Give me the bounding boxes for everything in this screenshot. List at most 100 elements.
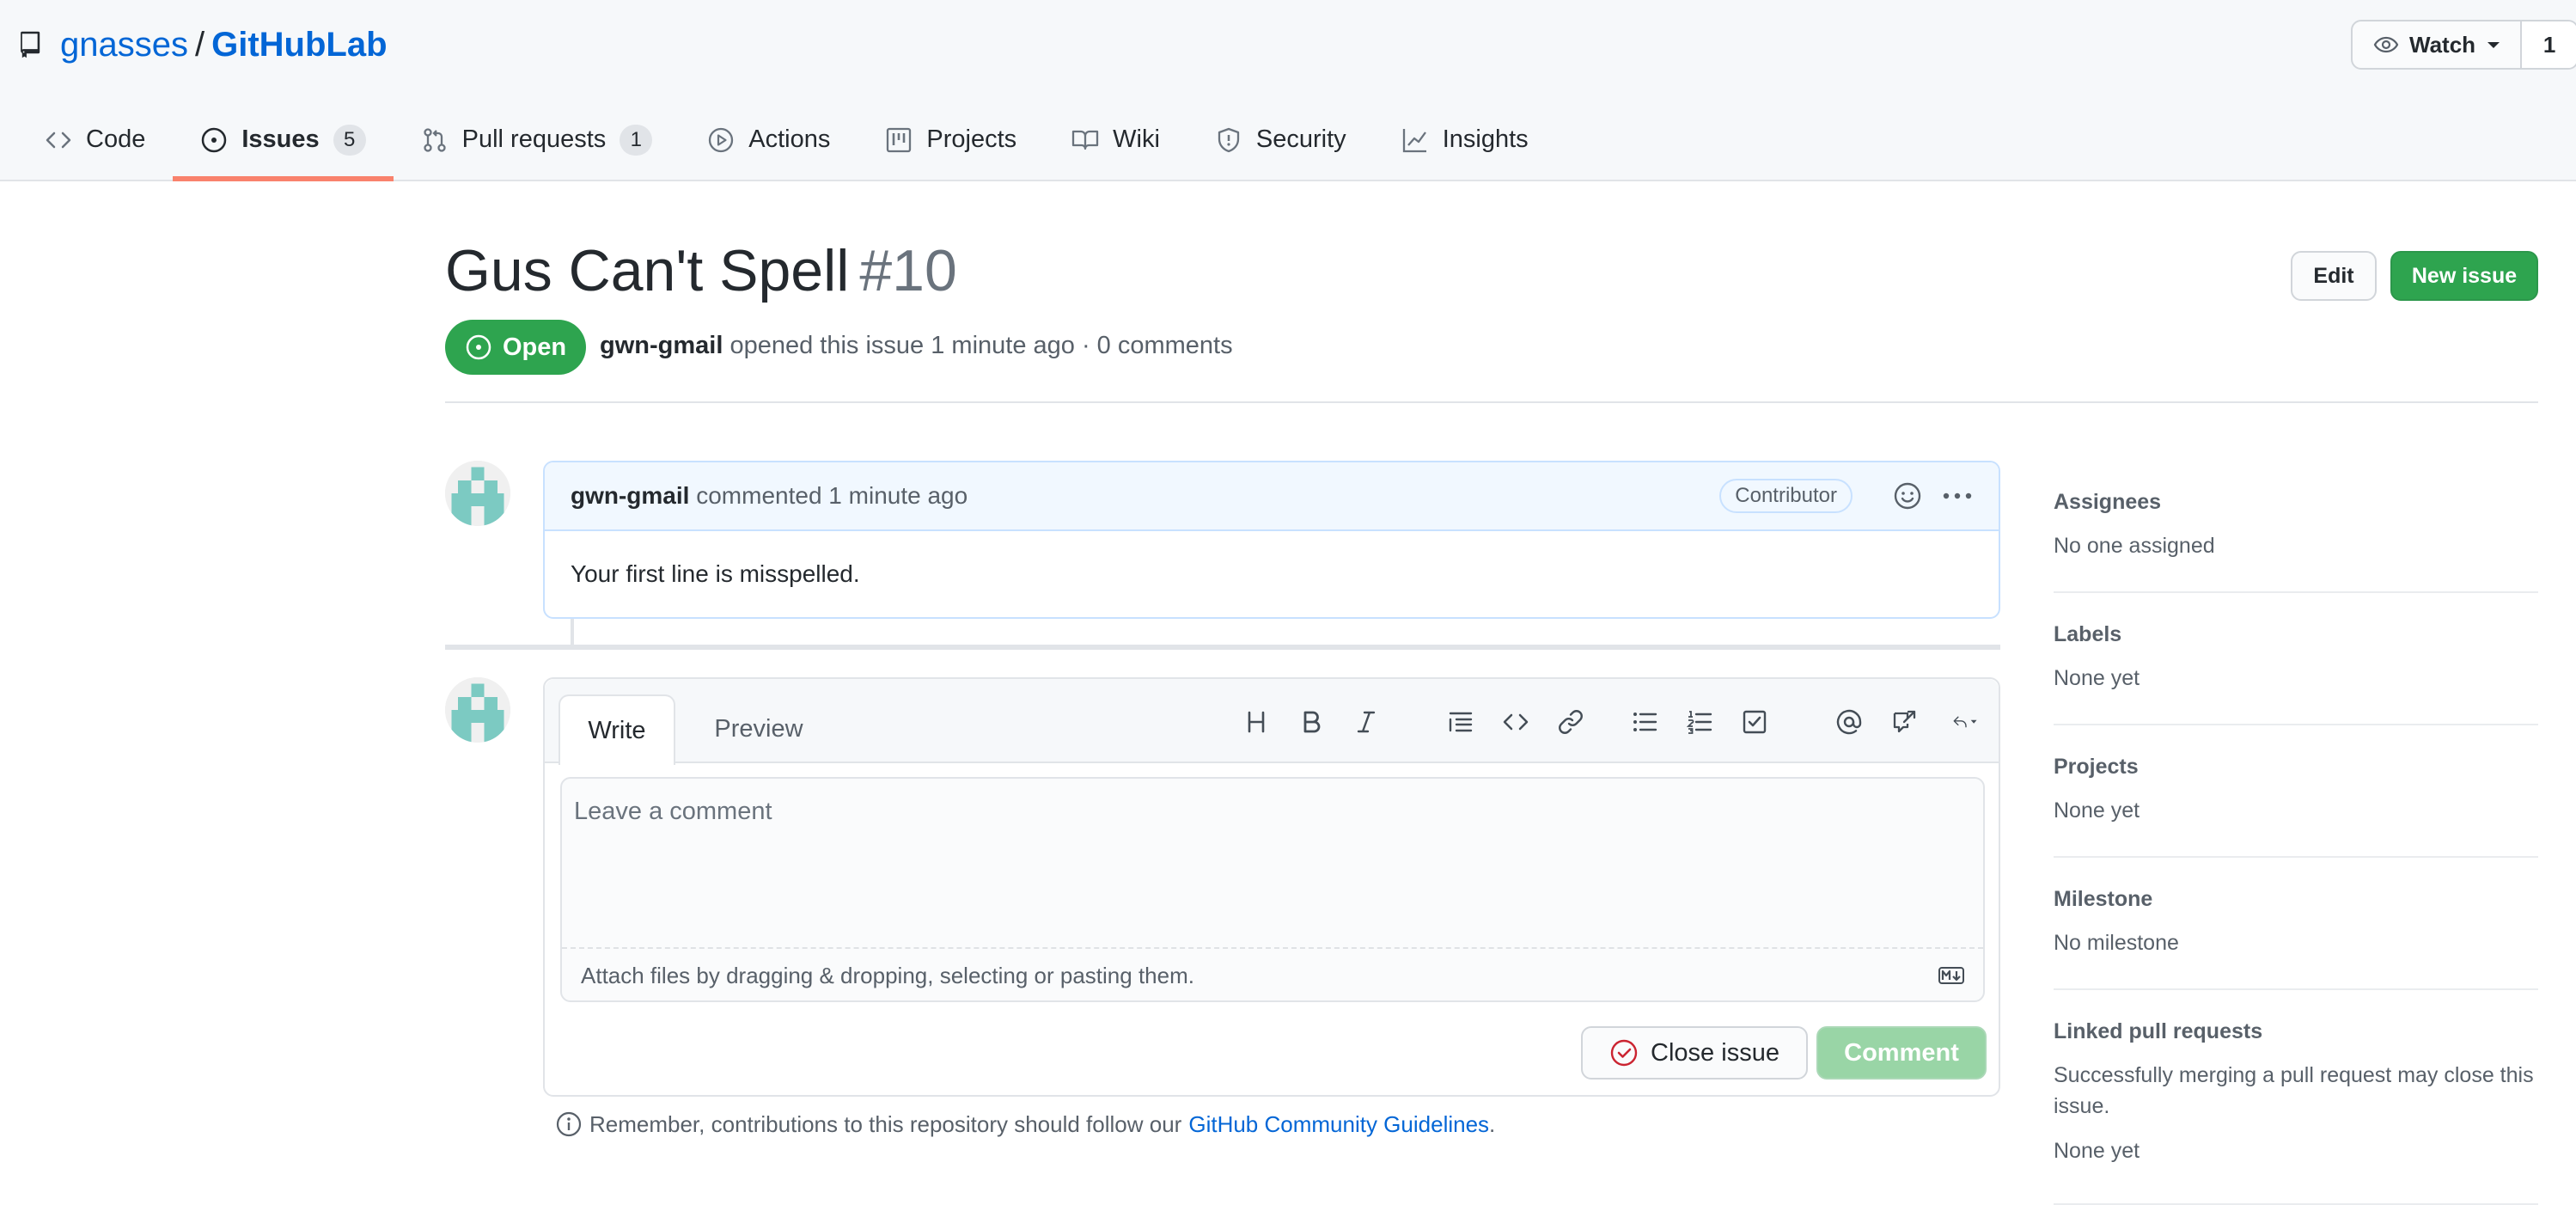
graph-icon bbox=[1402, 128, 1426, 152]
kebab-horizontal-icon bbox=[1943, 492, 1972, 499]
sidebar-labels[interactable]: Labels None yet bbox=[2054, 593, 2538, 725]
reply-icon bbox=[1953, 716, 1977, 728]
watch-label: Watch bbox=[2409, 31, 2476, 58]
close-issue-button[interactable]: Close issue bbox=[1581, 1026, 1808, 1080]
tab-label: Wiki bbox=[1113, 125, 1160, 153]
mention-button[interactable] bbox=[1822, 696, 1877, 748]
tab-label: Insights bbox=[1442, 125, 1529, 153]
tab-write[interactable]: Write bbox=[559, 694, 675, 765]
watch-button[interactable]: Watch bbox=[2353, 21, 2523, 68]
tab-preview[interactable]: Preview bbox=[682, 694, 835, 763]
link-icon bbox=[1559, 710, 1583, 734]
repo-header: gnasses / GitHubLab Watch 1 Code Issues … bbox=[0, 0, 2576, 181]
tab-label: Actions bbox=[748, 125, 831, 153]
close-issue-label: Close issue bbox=[1651, 1038, 1779, 1067]
add-reaction-button[interactable] bbox=[1890, 479, 1925, 513]
tab-wiki[interactable]: Wiki bbox=[1044, 103, 1187, 176]
issue-opened-icon bbox=[202, 127, 227, 152]
tab-security[interactable]: Security bbox=[1187, 103, 1374, 176]
issue-title-text: Gus Can't Spell bbox=[445, 238, 850, 303]
issue-comment: gwn-gmail commented 1 minute ago Contrib… bbox=[543, 461, 2000, 619]
link-button[interactable] bbox=[1543, 696, 1598, 748]
quote-icon bbox=[1449, 712, 1473, 732]
issue-sidebar: Assignees No one assigned Labels None ye… bbox=[2054, 461, 2538, 1205]
tab-pull-requests[interactable]: Pull requests 1 bbox=[394, 103, 681, 176]
repo-name-link[interactable]: GitHubLab bbox=[211, 26, 387, 64]
unordered-list-icon bbox=[1633, 713, 1657, 731]
sidebar-value: None yet bbox=[2054, 798, 2140, 823]
community-guidelines-link[interactable]: GitHub Community Guidelines bbox=[1188, 1111, 1489, 1138]
repo-owner-link[interactable]: gnasses bbox=[60, 26, 188, 64]
tab-label: Projects bbox=[926, 125, 1017, 153]
identicon-avatar bbox=[445, 461, 510, 526]
ordered-list-button[interactable] bbox=[1672, 696, 1727, 748]
tab-label: Security bbox=[1255, 125, 1346, 153]
shield-icon bbox=[1218, 127, 1240, 152]
code-icon bbox=[46, 132, 71, 148]
toolbar-group-insert bbox=[1433, 696, 1598, 748]
sidebar-heading: Labels bbox=[2054, 622, 2122, 646]
file-attachment-bar[interactable]: Attach files by dragging & dropping, sel… bbox=[562, 947, 1983, 1000]
ordered-list-icon bbox=[1686, 711, 1712, 734]
issue-number: #10 bbox=[859, 238, 957, 303]
play-icon bbox=[709, 127, 734, 152]
issue-state-label: Open bbox=[502, 333, 567, 361]
sidebar-value: No milestone bbox=[2054, 931, 2179, 955]
tab-label: Code bbox=[86, 125, 146, 153]
comment-button[interactable]: Comment bbox=[1816, 1026, 1987, 1080]
italic-button[interactable] bbox=[1339, 696, 1394, 748]
comment-editor: Attach files by dragging & dropping, sel… bbox=[560, 777, 1985, 1002]
task-list-button[interactable] bbox=[1727, 696, 1782, 748]
cross-reference-button[interactable] bbox=[1877, 696, 1932, 748]
sidebar-linked-pull-requests[interactable]: Linked pull requests Successfully mergin… bbox=[2054, 990, 2538, 1205]
info-icon bbox=[556, 1111, 582, 1137]
toolbar-group-text bbox=[1229, 696, 1394, 748]
tab-actions[interactable]: Actions bbox=[680, 103, 858, 176]
repo-separator: / bbox=[194, 25, 205, 64]
git-pull-request-icon bbox=[423, 127, 446, 152]
toolbar-group-lists bbox=[1617, 696, 1782, 748]
sidebar-value: None yet bbox=[2054, 1139, 2140, 1163]
pull-requests-counter: 1 bbox=[620, 124, 653, 156]
comment-options-button[interactable] bbox=[1940, 479, 1975, 513]
edit-button[interactable]: Edit bbox=[2291, 251, 2377, 301]
attach-files-text: Attach files by dragging & dropping, sel… bbox=[581, 962, 1194, 988]
bold-button[interactable] bbox=[1284, 696, 1339, 748]
header-divider bbox=[445, 401, 2538, 403]
saved-replies-button[interactable] bbox=[1932, 696, 2000, 748]
sidebar-assignees[interactable]: Assignees No one assigned bbox=[2054, 461, 2538, 593]
tab-issues[interactable]: Issues 5 bbox=[173, 103, 394, 181]
sidebar-heading: Projects bbox=[2054, 755, 2139, 779]
code-button[interactable] bbox=[1488, 696, 1543, 748]
sidebar-milestone[interactable]: Milestone No milestone bbox=[2054, 858, 2538, 990]
markdown-icon[interactable] bbox=[1938, 967, 1964, 984]
comment-body: Your first line is misspelled. bbox=[571, 560, 860, 587]
watch-count[interactable]: 1 bbox=[2522, 21, 2576, 68]
caret-down-icon bbox=[2487, 42, 2500, 48]
tab-code[interactable]: Code bbox=[0, 103, 173, 176]
avatar[interactable] bbox=[445, 461, 510, 526]
heading-button[interactable] bbox=[1229, 696, 1284, 748]
comment-author-link[interactable]: gwn-gmail bbox=[571, 482, 689, 509]
avatar[interactable] bbox=[445, 677, 510, 743]
issue-opened-icon bbox=[466, 334, 491, 360]
heading-icon bbox=[1248, 711, 1265, 733]
project-icon bbox=[887, 127, 912, 152]
new-issue-button[interactable]: New issue bbox=[2390, 251, 2538, 301]
toolbar-group-refs bbox=[1822, 696, 2000, 748]
comment-textarea[interactable] bbox=[562, 779, 1983, 947]
sidebar-heading: Assignees bbox=[2054, 490, 2162, 514]
tab-projects[interactable]: Projects bbox=[858, 103, 1044, 176]
tab-insights[interactable]: Insights bbox=[1374, 103, 1556, 176]
issue-closed-icon bbox=[1610, 1039, 1638, 1067]
quote-button[interactable] bbox=[1433, 696, 1488, 748]
unordered-list-button[interactable] bbox=[1617, 696, 1672, 748]
issue-author-link[interactable]: gwn-gmail bbox=[600, 332, 723, 359]
issue-title: Gus Can't Spell #10 bbox=[445, 237, 957, 304]
repo-nav: Code Issues 5 Pull requests 1 Actions Pr… bbox=[0, 103, 1556, 181]
cross-reference-icon bbox=[1893, 710, 1916, 733]
sidebar-projects[interactable]: Projects None yet bbox=[2054, 725, 2538, 858]
new-comment-form: Write Preview Leave a comment Attach fil… bbox=[543, 677, 2000, 1097]
comment-timestamp[interactable]: commented 1 minute ago bbox=[696, 482, 968, 509]
comment-header: gwn-gmail commented 1 minute ago Contrib… bbox=[545, 462, 1999, 531]
